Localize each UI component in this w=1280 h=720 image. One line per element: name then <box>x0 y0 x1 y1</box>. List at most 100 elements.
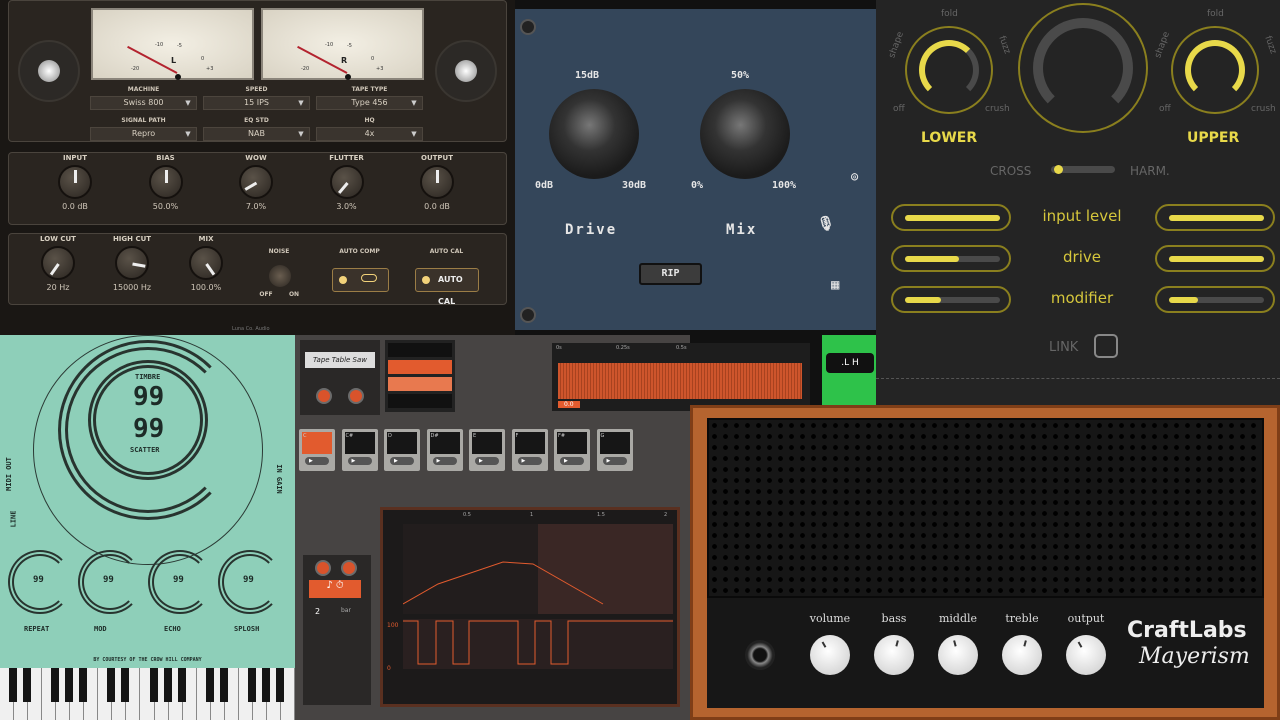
auto-cal-button[interactable]: AUTO CAL <box>415 268 479 306</box>
gain-value[interactable]: 0.0 <box>558 401 580 408</box>
lower-band-knob[interactable] <box>905 26 993 114</box>
selector-dropdown[interactable]: NAB ▼ <box>203 127 310 141</box>
knob-volume[interactable]: volume <box>800 612 860 675</box>
selector-label: MACHINE <box>127 86 160 93</box>
knob-flutter[interactable]: FLUTTER 3.0% <box>312 154 382 211</box>
input-jack-icon[interactable] <box>745 640 775 670</box>
microphone-icon[interactable]: 🎙 <box>817 216 835 232</box>
led-icon <box>339 276 347 284</box>
lower-input-level-slider[interactable] <box>891 204 1011 231</box>
knob-label: BIAS <box>156 154 175 162</box>
mix-top-label: 50% <box>731 70 750 81</box>
mix-knob[interactable] <box>700 89 790 179</box>
lower-title: LOWER <box>921 130 978 146</box>
knob-mix[interactable]: MIX 100.0% <box>171 235 241 292</box>
auto-comp-button[interactable] <box>332 268 389 292</box>
knob-input[interactable]: INPUT 0.0 dB <box>40 154 110 211</box>
step-value[interactable]: 2 <box>315 607 320 616</box>
save-button[interactable] <box>341 560 357 576</box>
crush-label: crush <box>1251 104 1276 114</box>
envelope-graph[interactable] <box>403 524 673 694</box>
play-button[interactable]: ▶ <box>390 457 414 465</box>
save-button[interactable] <box>348 388 364 404</box>
knob-treble[interactable]: treble <box>992 612 1052 675</box>
layer-list[interactable] <box>385 340 455 412</box>
play-button[interactable]: ▶ <box>432 457 457 465</box>
knob-output[interactable]: output <box>1056 612 1116 675</box>
knob-value: 15000 Hz <box>112 283 152 292</box>
knob-label: INPUT <box>62 154 88 162</box>
sample-slot[interactable]: F ▶ <box>511 429 548 471</box>
link-label: LINK <box>1049 340 1079 355</box>
knob-low-cut[interactable]: LOW CUT 20 Hz <box>23 235 93 292</box>
speaker-icon[interactable]: ◎ <box>851 169 858 183</box>
knob-value: 50.0% <box>152 202 179 211</box>
shape-label: shape <box>887 30 906 60</box>
sample-slot[interactable]: G ▶ <box>596 429 633 471</box>
knob-label: MOD <box>94 625 107 633</box>
knob-middle[interactable]: middle <box>928 612 988 675</box>
sync-mode-toggle[interactable]: ♪ ⏱ <box>309 580 361 598</box>
upper-input-level-slider[interactable] <box>1155 204 1275 231</box>
upper-band-knob[interactable] <box>1171 26 1259 114</box>
knob-bass[interactable]: bass <box>864 612 924 675</box>
knob-value: 99 <box>243 575 254 585</box>
knob-bias[interactable]: BIAS 50.0% <box>131 154 201 211</box>
knob-high-cut[interactable]: HIGH CUT 15000 Hz <box>97 235 167 292</box>
play-button[interactable]: ▶ <box>517 457 542 465</box>
sample-slot[interactable]: C# ▶ <box>341 429 378 471</box>
knob-label: MIX <box>198 235 214 243</box>
harm-label: HARM. <box>1130 164 1170 178</box>
fold-label: fold <box>1207 9 1224 19</box>
row-label: input level <box>1042 207 1122 225</box>
upper-drive-slider[interactable] <box>1155 245 1275 272</box>
piano-keyboard[interactable] <box>0 668 295 720</box>
play-button[interactable]: ▶ <box>560 457 584 465</box>
fuzz-label: fuzz <box>996 34 1012 56</box>
step-unit: bar <box>341 607 351 614</box>
noise-knob[interactable] <box>269 265 291 287</box>
chevron-down-icon: ▼ <box>185 99 191 107</box>
slider-handle[interactable] <box>1053 165 1063 174</box>
play-button[interactable]: ▶ <box>475 457 499 465</box>
lower-drive-slider[interactable] <box>891 245 1011 272</box>
selector-dropdown[interactable]: Type 456 ▼ <box>316 96 423 110</box>
axis-tick: 1 <box>530 512 534 518</box>
left-reel-icon <box>18 40 80 102</box>
main-knob[interactable] <box>1018 3 1148 133</box>
play-button[interactable]: ▶ <box>305 457 329 465</box>
knob-value: 0.0 dB <box>424 202 450 211</box>
off-label: off <box>893 104 905 114</box>
rip-button[interactable]: RIP <box>639 263 702 285</box>
selector-label: EQ STD <box>244 117 269 124</box>
play-button[interactable]: ▶ <box>602 457 627 465</box>
knob-output[interactable]: OUTPUT 0.0 dB <box>402 154 472 211</box>
fold-label: fold <box>941 9 958 19</box>
timbre-label: TIMBRE <box>135 373 161 381</box>
lower-modifier-slider[interactable] <box>891 286 1011 313</box>
knob-label: ECHO <box>164 625 181 633</box>
open-folder-button[interactable] <box>316 388 332 404</box>
play-button[interactable]: ▶ <box>347 457 372 465</box>
selector-dropdown[interactable]: 4x ▼ <box>316 127 423 141</box>
open-folder-button[interactable] <box>315 560 331 576</box>
waveform-display[interactable]: 0s 0.25s 0.5s 0.0 <box>552 343 810 411</box>
upper-modifier-slider[interactable] <box>1155 286 1275 313</box>
brand-logo: CraftLabs <box>1127 618 1247 643</box>
sample-slot[interactable]: F# ▶ <box>554 429 590 471</box>
timeline-tick: 0s <box>556 345 562 351</box>
cross-harm-slider[interactable] <box>1051 165 1115 174</box>
timeline-tick: 0.5s <box>676 345 687 351</box>
sample-slot[interactable]: E ▶ <box>469 429 505 471</box>
selector-dropdown[interactable]: Swiss 800 ▼ <box>90 96 197 110</box>
selector-dropdown[interactable]: 15 IPS ▼ <box>203 96 310 110</box>
knob-wow[interactable]: WOW 7.0% <box>221 154 291 211</box>
sample-slot[interactable]: C ▶ <box>299 429 335 471</box>
sample-slot[interactable]: D ▶ <box>384 429 420 471</box>
sample-slot[interactable]: D# ▶ <box>426 429 463 471</box>
drive-knob[interactable] <box>549 89 639 179</box>
envelope-editor[interactable]: 0.5 1 1.5 2 100 0 <box>380 507 680 707</box>
link-checkbox[interactable] <box>1094 334 1118 358</box>
selector-dropdown[interactable]: Repro ▼ <box>90 127 197 141</box>
amp-cabinet-icon[interactable]: ▦ <box>831 277 839 293</box>
